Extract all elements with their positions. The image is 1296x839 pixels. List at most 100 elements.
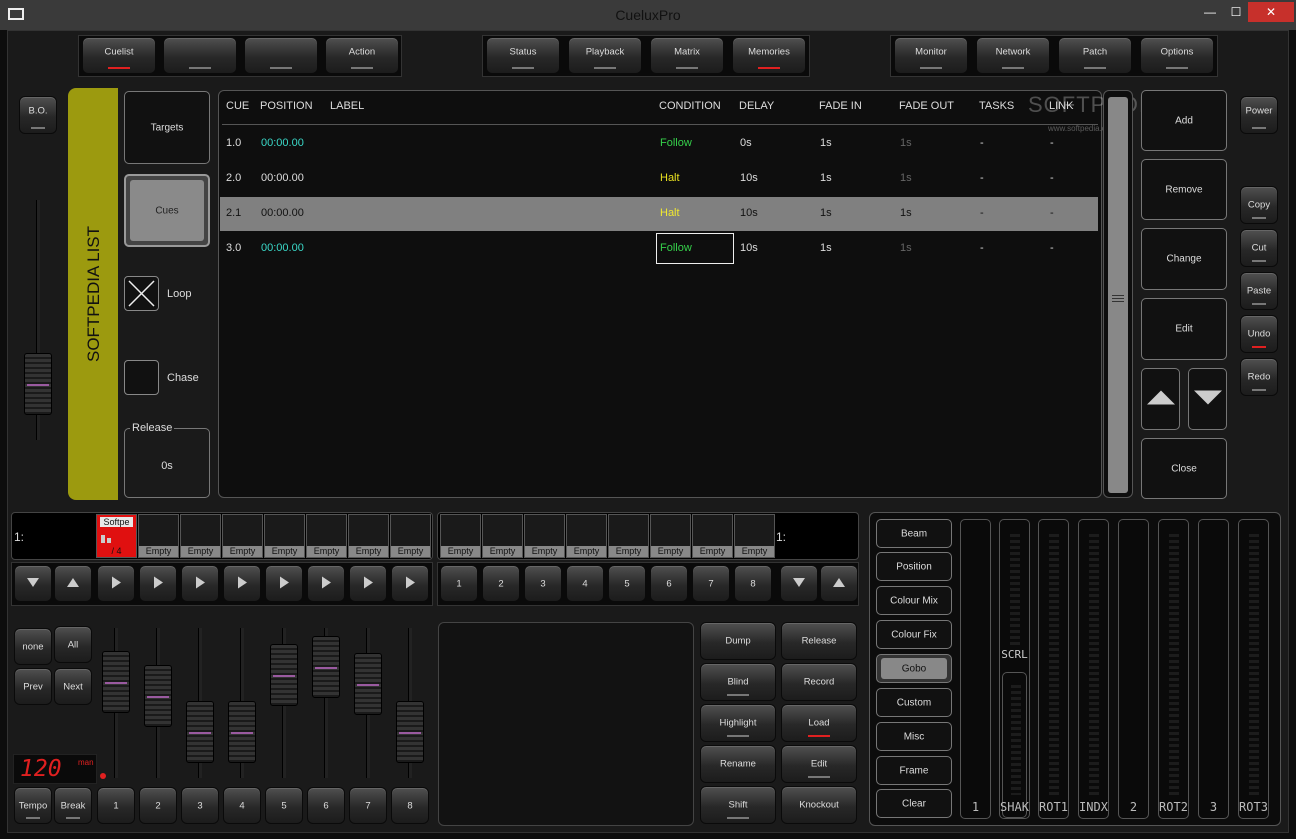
page-up-button-right[interactable] [820, 565, 858, 602]
fader-button-6[interactable]: 6 [307, 787, 345, 824]
col-label[interactable]: LABEL [330, 100, 364, 112]
channel-fader-1[interactable] [102, 651, 130, 713]
exec-button-6[interactable]: 6 [650, 565, 688, 602]
playback-slot[interactable]: Empty [608, 514, 649, 558]
col-cue[interactable]: CUE [226, 100, 249, 112]
attr-gobo[interactable]: Gobo [876, 654, 952, 683]
network-button[interactable]: Network [976, 37, 1050, 74]
playback-slot[interactable]: Empty [390, 514, 431, 558]
table-row[interactable]: 3.0 00:00.00 Follow 10s 1s 1s - - [220, 232, 1098, 266]
fader-button-8[interactable]: 8 [391, 787, 429, 824]
col-position[interactable]: POSITION [260, 100, 313, 112]
rename-button[interactable]: Rename [700, 745, 776, 783]
break-button[interactable]: Break [54, 787, 92, 824]
exec-button-2[interactable]: 2 [482, 565, 520, 602]
table-row[interactable]: 1.0 00:00.00 Follow 0s 1s 1s - - [220, 127, 1098, 161]
attr-clear[interactable]: Clear [876, 789, 952, 818]
status-button[interactable]: Status [486, 37, 560, 74]
go-button-2[interactable] [139, 565, 177, 602]
fader-button-1[interactable]: 1 [97, 787, 135, 824]
attr-strip-indx[interactable]: INDX [1078, 519, 1109, 819]
fader-button-4[interactable]: 4 [223, 787, 261, 824]
edit-programmer-button[interactable]: Edit [781, 745, 857, 783]
page-down-button-right[interactable] [780, 565, 818, 602]
move-up-button[interactable] [1141, 368, 1180, 430]
col-fade-out[interactable]: FADE OUT [899, 100, 954, 112]
undo-button[interactable]: Undo [1240, 315, 1278, 353]
attr-colour-mix[interactable]: Colour Mix [876, 586, 952, 615]
playback-slot[interactable]: Empty [348, 514, 389, 558]
attr-strip-rot3[interactable]: ROT3 [1238, 519, 1269, 819]
col-delay[interactable]: DELAY [739, 100, 774, 112]
matrix-button[interactable]: Matrix [650, 37, 724, 74]
edit-button[interactable]: Edit [1141, 298, 1227, 360]
col-condition[interactable]: CONDITION [659, 100, 721, 112]
fader-button-2[interactable]: 2 [139, 787, 177, 824]
playback-slot[interactable]: Empty [180, 514, 221, 558]
record-button[interactable]: Record [781, 663, 857, 701]
playback-slot[interactable]: Empty [524, 514, 565, 558]
exec-button-1[interactable]: 1 [440, 565, 478, 602]
go-button-3[interactable] [181, 565, 219, 602]
playback-slot[interactable]: Empty [440, 514, 481, 558]
channel-fader-6[interactable] [312, 636, 340, 698]
attr-position[interactable]: Position [876, 552, 952, 581]
page-up-button[interactable] [54, 565, 92, 602]
go-button-4[interactable] [223, 565, 261, 602]
attr-frame[interactable]: Frame [876, 756, 952, 785]
fader-button-5[interactable]: 5 [265, 787, 303, 824]
cues-button[interactable]: Cues [124, 174, 210, 247]
maximize-button[interactable]: ☐ [1222, 2, 1250, 22]
close-button[interactable]: Close [1141, 438, 1227, 499]
release-button[interactable]: Release [781, 622, 857, 660]
playback-slot[interactable]: Empty [482, 514, 523, 558]
monitor-button[interactable]: Monitor [894, 37, 968, 74]
playback-button[interactable]: Playback [568, 37, 642, 74]
attr-strip-rot1[interactable]: ROT1 [1038, 519, 1069, 819]
playback-slot[interactable]: Empty [692, 514, 733, 558]
table-scrollbar[interactable] [1103, 90, 1133, 498]
paste-button[interactable]: Paste [1240, 272, 1278, 310]
minimize-button[interactable]: — [1196, 2, 1224, 22]
attr-colour-fix[interactable]: Colour Fix [876, 620, 952, 649]
channel-fader-4[interactable] [228, 701, 256, 763]
tempo-button[interactable]: Tempo [14, 787, 52, 824]
blind-button[interactable]: Blind [700, 663, 776, 701]
exec-button-3[interactable]: 3 [524, 565, 562, 602]
col-fade-in[interactable]: FADE IN [819, 100, 862, 112]
go-button-5[interactable] [265, 565, 303, 602]
channel-fader-7[interactable] [354, 653, 382, 715]
options-button[interactable]: Options [1140, 37, 1214, 74]
memories-button[interactable]: Memories [732, 37, 806, 74]
exec-button-5[interactable]: 5 [608, 565, 646, 602]
dump-button[interactable]: Dump [700, 622, 776, 660]
chase-checkbox[interactable] [124, 360, 159, 395]
table-row-selected[interactable]: 2.1 00:00.00 Halt 10s 1s 1s - - [220, 197, 1098, 231]
load-button[interactable]: Load [781, 704, 857, 742]
playback-slot[interactable]: Empty [264, 514, 305, 558]
go-button-6[interactable] [307, 565, 345, 602]
blank-button-2[interactable] [244, 37, 318, 74]
page-down-button[interactable] [14, 565, 52, 602]
fader-button-3[interactable]: 3 [181, 787, 219, 824]
playback-slot[interactable]: Empty [222, 514, 263, 558]
playback-slot[interactable]: Empty [138, 514, 179, 558]
add-button[interactable]: Add [1141, 90, 1227, 151]
select-none-button[interactable]: none [14, 628, 52, 665]
go-button-8[interactable] [391, 565, 429, 602]
preview-area[interactable] [438, 622, 694, 826]
remove-button[interactable]: Remove [1141, 159, 1227, 220]
select-all-button[interactable]: All [54, 626, 92, 663]
attr-strip-2[interactable]: 2 [1118, 519, 1149, 819]
channel-fader-3[interactable] [186, 701, 214, 763]
next-button[interactable]: Next [54, 668, 92, 705]
release-box[interactable]: Release 0s [124, 422, 210, 498]
active-playback-slot[interactable]: Softpe / 4 [96, 514, 137, 558]
attr-strip-1[interactable]: 1 [960, 519, 991, 819]
redo-button[interactable]: Redo [1240, 358, 1278, 396]
loop-checkbox[interactable] [124, 276, 159, 311]
scrollbar-thumb[interactable] [1108, 97, 1128, 493]
exec-button-7[interactable]: 7 [692, 565, 730, 602]
go-button-7[interactable] [349, 565, 387, 602]
channel-fader-5[interactable] [270, 644, 298, 706]
